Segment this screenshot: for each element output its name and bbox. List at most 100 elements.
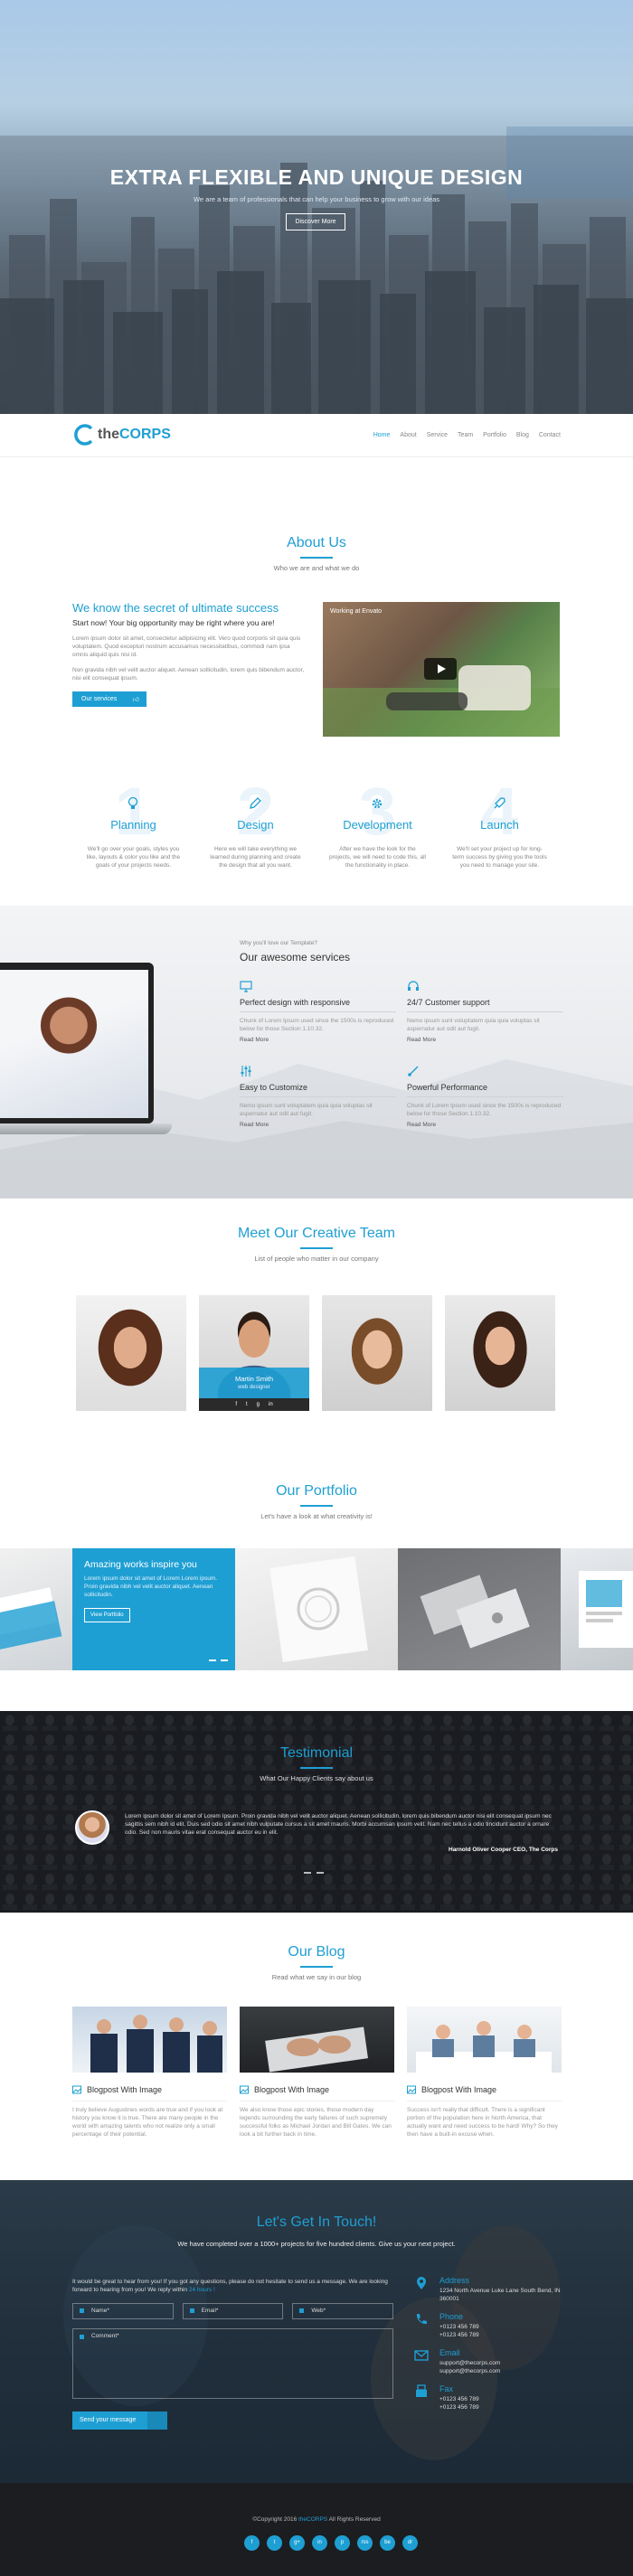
reply-time-link[interactable]: 24 hours ! [189,2287,215,2293]
blog-post-title[interactable]: Blogpost With Image [72,2085,227,2094]
blog-post-image [407,2007,562,2073]
menu-item-portfolio[interactable]: Portfolio [483,432,506,438]
contact-phone: Phone +0123 456 789 +0123 456 789 [414,2312,568,2339]
service-item: Perfect design with responsive Chunk of … [240,980,407,1043]
title-divider [300,1505,333,1507]
rocket-icon [494,797,505,809]
gear-icon [372,798,383,809]
behance-icon[interactable]: be [380,2535,395,2551]
our-services-button[interactable]: Our services 👍︎ [72,691,146,707]
play-icon[interactable] [424,658,457,680]
read-more-link[interactable]: Read More [240,1122,396,1128]
member-social-links: f t g in [199,1398,309,1411]
fax-icon [416,2384,427,2397]
read-more-link[interactable]: Read More [240,1037,396,1043]
blog-post-title[interactable]: Blogpost With Image [240,2085,394,2094]
logo-c-icon [74,424,93,446]
services-kicker: Why you'll love our Template? [240,940,318,946]
portfolio-slider: Amazing works inspire you Lorem ipsum do… [0,1548,633,1670]
blog-post-excerpt: Success isn't really that difficult. The… [407,2101,562,2139]
step-development: 3 Development After we have the look for… [316,778,439,870]
linkedin-icon[interactable]: in [312,2535,327,2551]
testimonial-slider-dots[interactable] [304,1872,324,1874]
twitter-icon[interactable]: t [267,2535,282,2551]
email-field[interactable]: Email* [182,2303,284,2319]
team-member[interactable] [322,1295,432,1411]
menu-item-team[interactable]: Team [458,432,473,438]
envelope-icon [414,2350,429,2361]
blog-post[interactable]: Blogpost With Image I truly believe Augu… [72,2007,227,2139]
footer: ©Copyright 2016 theCORPS All Rights Rese… [0,2483,633,2576]
name-field[interactable]: Name* [72,2303,174,2319]
linkedin-icon[interactable]: in [269,1398,273,1411]
team-member[interactable] [76,1295,186,1411]
copyright: ©Copyright 2016 theCORPS All Rights Rese… [252,2516,381,2523]
google-plus-icon[interactable]: g [257,1398,260,1411]
comment-field[interactable]: Comment* [72,2328,393,2399]
contact-subtitle: We have completed over a 1000+ projects … [177,2240,456,2248]
hero-section: EXTRA FLEXIBLE AND UNIQUE DESIGN We are … [0,0,633,414]
twitter-icon[interactable]: t [246,1398,248,1411]
video-player[interactable]: Working at Envato [323,602,560,737]
portfolio-feature-card: Amazing works inspire you Lorem ipsum do… [72,1548,235,1670]
title-divider [300,557,333,559]
team-section: Meet Our Creative Team List of people wh… [0,1199,633,1452]
step-title: Development [343,818,412,832]
menu-item-contact[interactable]: Contact [539,432,561,438]
image-icon [72,2085,81,2094]
portfolio-item[interactable] [235,1548,398,1670]
blog-post-title[interactable]: Blogpost With Image [407,2085,562,2094]
phone-icon [416,2314,427,2325]
image-icon [240,2085,249,2094]
contact-info: Address 1234 North Avenue Luke Lane South… [414,2276,568,2421]
menu-item-home[interactable]: Home [373,432,391,438]
blog-title: Our Blog [288,1944,345,1960]
member-role: web designer [238,1385,270,1390]
rss-icon[interactable]: rss [357,2535,373,2551]
send-message-button[interactable]: Send your message [72,2411,167,2430]
menu-item-service[interactable]: Service [427,432,448,438]
logo[interactable]: theCORPS [72,423,171,447]
web-field[interactable]: Web* [292,2303,394,2319]
facebook-icon[interactable]: f [235,1398,237,1411]
portfolio-item[interactable] [398,1548,561,1670]
contact-form: It would be great to hear from you! If y… [72,2278,394,2430]
city-skyline-image [0,127,633,414]
read-more-link[interactable]: Read More [407,1037,563,1043]
blog-post[interactable]: Blogpost With Image Success isn't really… [407,2007,562,2139]
contact-address: Address 1234 North Avenue Luke Lane South… [414,2276,568,2303]
view-portfolio-button[interactable]: View Portfolio [84,1608,130,1622]
pinterest-icon[interactable]: p [335,2535,350,2551]
seal-stamp-image [269,1556,368,1663]
portfolio-item[interactable] [0,1548,72,1670]
about-text-block: We know the secret of ultimate success S… [72,601,306,707]
service-title: 24/7 Customer support [407,998,563,1012]
step-design: 2 Design Here we will take everything we… [194,778,316,870]
testimonial-title: Testimonial [279,1745,354,1761]
dribbble-icon[interactable]: dr [402,2535,418,2551]
team-member[interactable] [445,1295,555,1411]
brush-icon [408,1066,419,1076]
portfolio-item[interactable] [561,1548,633,1670]
discover-more-button[interactable]: Discover More [286,213,345,230]
hero-title: EXTRA FLEXIBLE AND UNIQUE DESIGN [109,165,524,189]
menu-item-about[interactable]: About [400,432,416,438]
hero-subtitle: We are a team of professionals that can … [193,195,440,203]
title-divider [300,1767,333,1769]
facebook-icon[interactable]: f [244,2535,260,2551]
blog-post[interactable]: Blogpost With Image We also know those e… [240,2007,394,2139]
contact-intro: It would be great to hear from you! If y… [72,2279,388,2293]
team-member-featured[interactable]: Martin Smith web designer f t g in [199,1295,309,1411]
portfolio-title: Our Portfolio [276,1483,357,1499]
contact-title: Let's Get In Touch! [256,2214,377,2230]
google-plus-icon[interactable]: g+ [289,2535,305,2551]
blog-post-excerpt: I truly believe Augustines words are tru… [72,2101,227,2139]
title-divider [300,1247,333,1249]
read-more-link[interactable]: Read More [407,1122,563,1128]
step-planning: 1 Planning We'll go over your goals, sty… [72,778,194,870]
testimonial-quote: Lorem ipsum dolor sit amet of Lorem Ipsu… [125,1813,552,1836]
team-title: Meet Our Creative Team [238,1226,395,1241]
menu-item-blog[interactable]: Blog [516,432,529,438]
service-title: Perfect design with responsive [240,998,396,1012]
slider-dots[interactable] [209,1659,228,1661]
